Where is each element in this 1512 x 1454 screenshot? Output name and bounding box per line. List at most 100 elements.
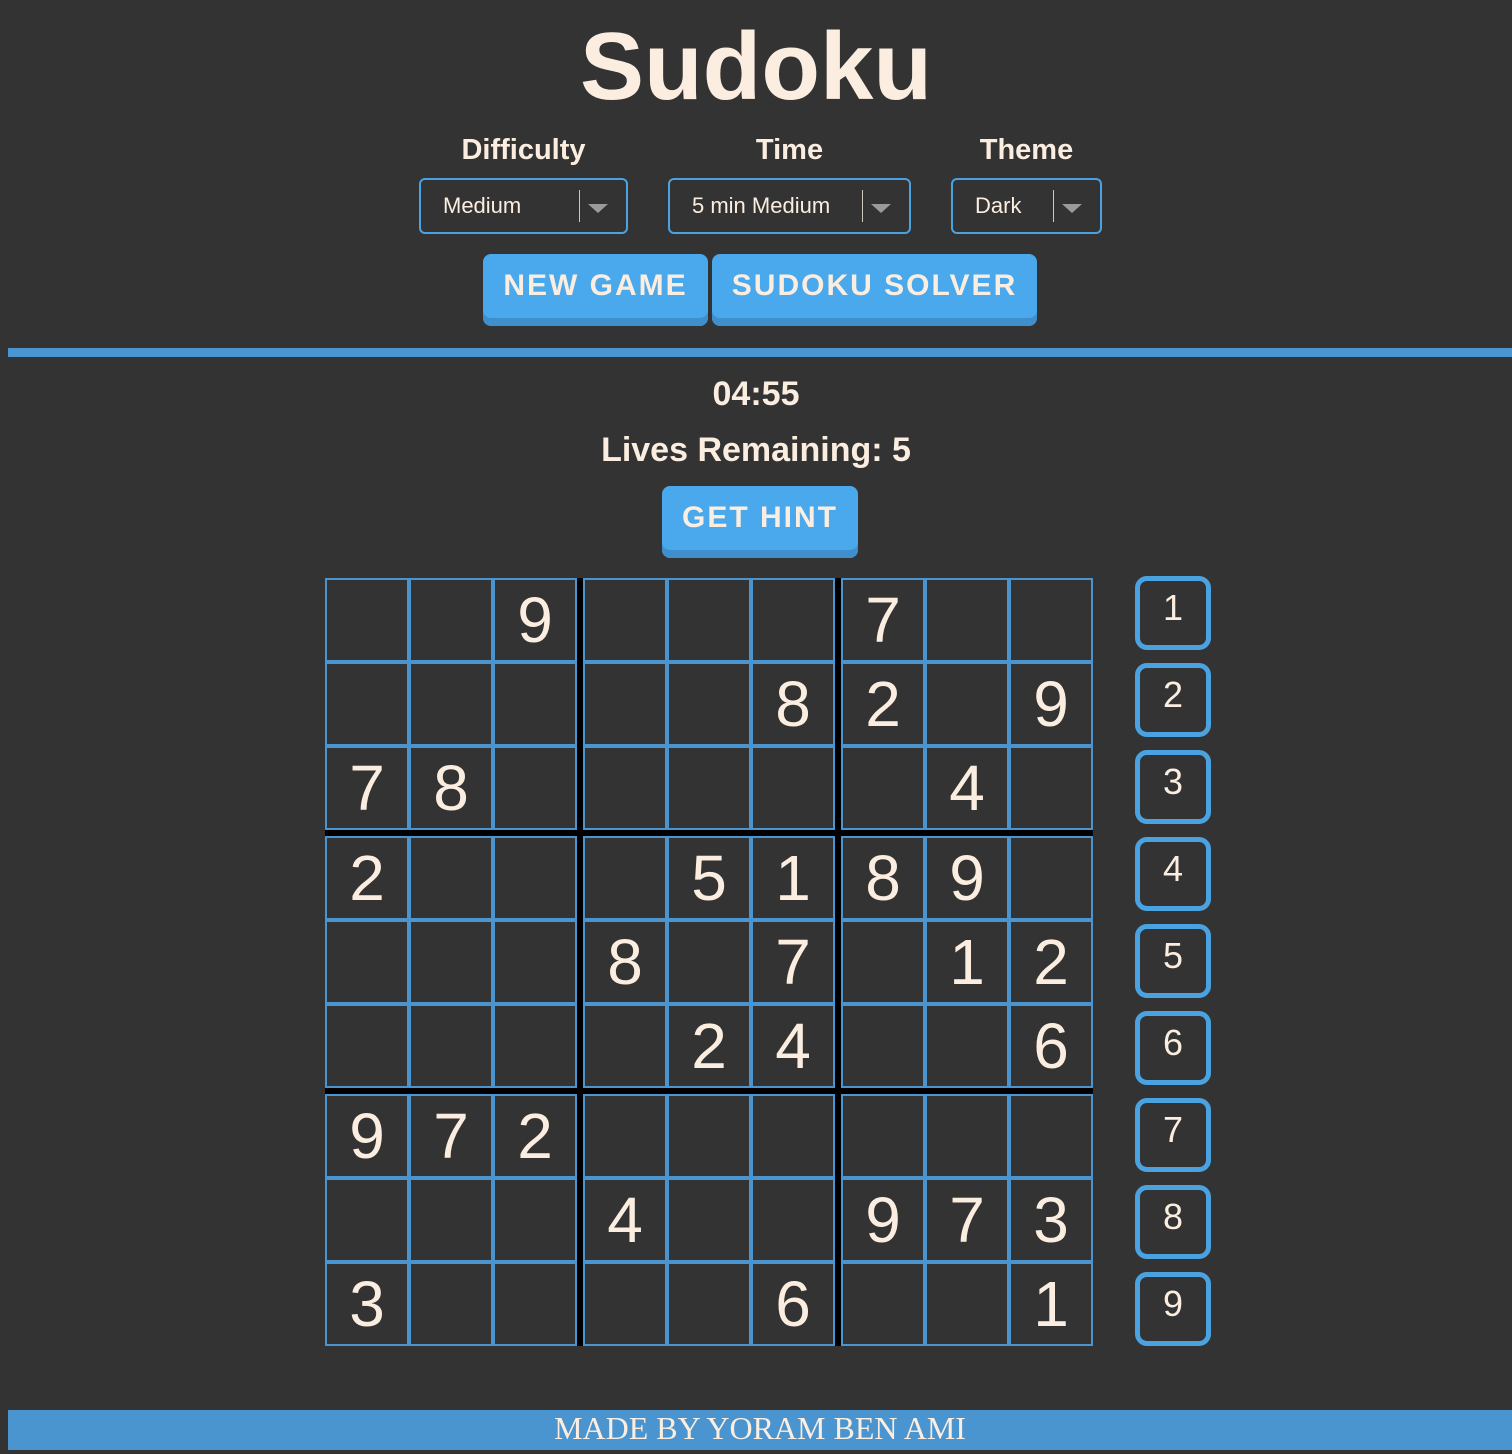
get-hint-button[interactable]: GET HINT <box>662 486 858 558</box>
board-cell[interactable] <box>493 1262 577 1346</box>
board-cell[interactable] <box>409 578 493 662</box>
board-cell[interactable]: 1 <box>925 920 1009 1004</box>
board-cell[interactable]: 8 <box>751 662 835 746</box>
board-cell[interactable] <box>1009 746 1093 830</box>
board-cell[interactable] <box>409 920 493 1004</box>
board-cell[interactable] <box>583 746 667 830</box>
number-button-2[interactable]: 2 <box>1135 663 1211 737</box>
number-button-7[interactable]: 7 <box>1135 1098 1211 1172</box>
board-cell[interactable] <box>583 1262 667 1346</box>
board-cell[interactable]: 6 <box>1009 1004 1093 1088</box>
board-cell[interactable] <box>841 1262 925 1346</box>
board-cell[interactable]: 8 <box>841 836 925 920</box>
board-cell[interactable]: 1 <box>751 836 835 920</box>
number-button-8[interactable]: 8 <box>1135 1185 1211 1259</box>
new-game-button[interactable]: NEW GAME <box>483 254 708 326</box>
board-cell[interactable] <box>1009 836 1093 920</box>
board-cell[interactable] <box>325 1178 409 1262</box>
board-cell[interactable] <box>409 1004 493 1088</box>
board-cell[interactable] <box>667 1262 751 1346</box>
board-cell[interactable] <box>925 1004 1009 1088</box>
number-button-1[interactable]: 1 <box>1135 576 1211 650</box>
board-cell[interactable]: 7 <box>841 578 925 662</box>
board-cell[interactable]: 9 <box>841 1178 925 1262</box>
board-cell[interactable] <box>751 1178 835 1262</box>
board-cell[interactable] <box>583 662 667 746</box>
board-cell[interactable]: 6 <box>751 1262 835 1346</box>
board-cell[interactable] <box>925 662 1009 746</box>
board-cell[interactable] <box>493 662 577 746</box>
sudoku-solver-button[interactable]: SUDOKU SOLVER <box>712 254 1037 326</box>
board-cell[interactable]: 7 <box>325 746 409 830</box>
board-cell[interactable]: 2 <box>841 662 925 746</box>
board-cell[interactable]: 7 <box>925 1178 1009 1262</box>
board-cell[interactable]: 7 <box>751 920 835 1004</box>
number-button-6[interactable]: 6 <box>1135 1011 1211 1085</box>
board-cell[interactable] <box>583 1004 667 1088</box>
board-cell[interactable]: 4 <box>751 1004 835 1088</box>
board-cell[interactable] <box>409 1178 493 1262</box>
board-cell[interactable]: 8 <box>409 746 493 830</box>
board-cell[interactable]: 2 <box>667 1004 751 1088</box>
board-cell[interactable] <box>841 1094 925 1178</box>
difficulty-control: Difficulty Medium <box>419 130 628 234</box>
board-cell[interactable] <box>841 1004 925 1088</box>
board-cell[interactable] <box>667 746 751 830</box>
board-cell[interactable]: 3 <box>1009 1178 1093 1262</box>
board-cell[interactable] <box>409 662 493 746</box>
board-cell[interactable]: 8 <box>583 920 667 1004</box>
difficulty-label: Difficulty <box>461 134 586 166</box>
board-cell[interactable] <box>925 1262 1009 1346</box>
board-cell[interactable]: 4 <box>925 746 1009 830</box>
board-cell[interactable]: 4 <box>583 1178 667 1262</box>
board-cell[interactable] <box>583 1094 667 1178</box>
time-select[interactable]: 5 min Medium <box>668 178 911 234</box>
board-cell[interactable] <box>409 836 493 920</box>
number-button-9[interactable]: 9 <box>1135 1272 1211 1346</box>
board-cell[interactable] <box>841 746 925 830</box>
board-cell[interactable] <box>667 920 751 1004</box>
board-cell[interactable]: 2 <box>493 1094 577 1178</box>
board-cell[interactable]: 5 <box>667 836 751 920</box>
board-cell[interactable]: 9 <box>493 578 577 662</box>
board-cell[interactable] <box>325 662 409 746</box>
board-cell[interactable] <box>751 746 835 830</box>
board-cell[interactable] <box>409 1262 493 1346</box>
board-cell[interactable]: 9 <box>1009 662 1093 746</box>
board-cell[interactable]: 2 <box>1009 920 1093 1004</box>
board-cell[interactable]: 9 <box>925 836 1009 920</box>
board-cell[interactable] <box>325 1004 409 1088</box>
board-cell[interactable] <box>493 836 577 920</box>
board-cell[interactable]: 9 <box>325 1094 409 1178</box>
board-cell[interactable] <box>841 920 925 1004</box>
board-cell[interactable] <box>925 1094 1009 1178</box>
board-cell[interactable] <box>1009 578 1093 662</box>
board-cell[interactable] <box>667 1094 751 1178</box>
board-cell[interactable] <box>751 578 835 662</box>
board-cell[interactable]: 7 <box>409 1094 493 1178</box>
theme-select[interactable]: Dark <box>951 178 1102 234</box>
number-button-5[interactable]: 5 <box>1135 924 1211 998</box>
board-cell[interactable] <box>667 662 751 746</box>
difficulty-select[interactable]: Medium <box>419 178 628 234</box>
board-cell[interactable] <box>751 1094 835 1178</box>
board-cell[interactable] <box>667 578 751 662</box>
board-cell[interactable]: 1 <box>1009 1262 1093 1346</box>
board-cell[interactable] <box>925 578 1009 662</box>
board-cell[interactable] <box>493 1004 577 1088</box>
board-cell[interactable]: 3 <box>325 1262 409 1346</box>
board-cell[interactable]: 2 <box>325 836 409 920</box>
board-cell[interactable] <box>583 578 667 662</box>
board-cell[interactable] <box>325 920 409 1004</box>
board-cell[interactable] <box>325 578 409 662</box>
page-title: Sudoku <box>580 13 932 120</box>
board-cell[interactable] <box>583 836 667 920</box>
board-cell[interactable] <box>493 920 577 1004</box>
board-cell[interactable] <box>493 746 577 830</box>
board-cell[interactable] <box>667 1178 751 1262</box>
number-button-4[interactable]: 4 <box>1135 837 1211 911</box>
number-button-3[interactable]: 3 <box>1135 750 1211 824</box>
timer: 04:55 <box>712 375 800 413</box>
board-cell[interactable] <box>493 1178 577 1262</box>
board-cell[interactable] <box>1009 1094 1093 1178</box>
